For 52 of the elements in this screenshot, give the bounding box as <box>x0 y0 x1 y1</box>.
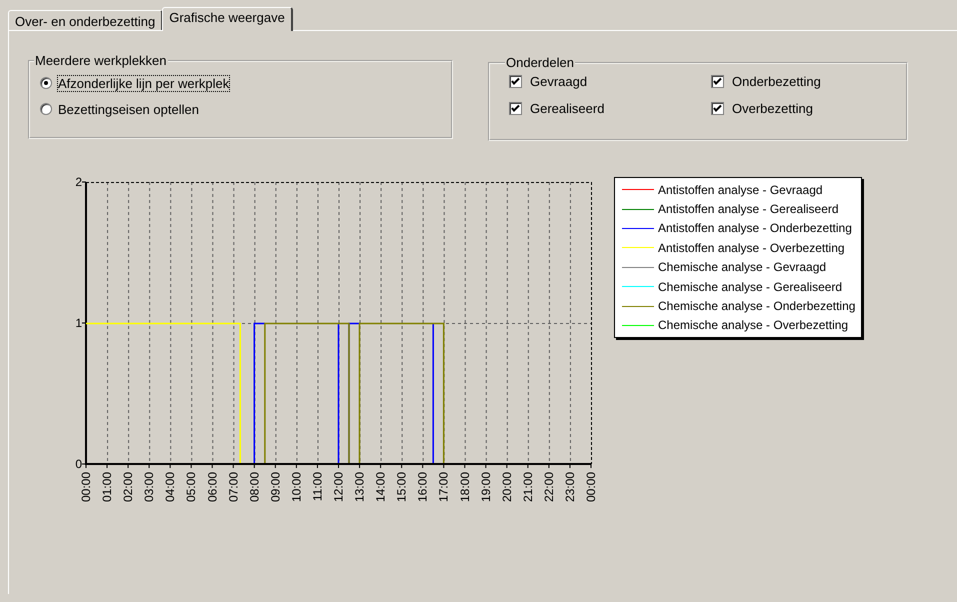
legend-label: Antistoffen analyse - Onderbezetting <box>658 221 852 236</box>
checkbox-label[interactable]: Overbezetting <box>732 101 813 116</box>
axis-label: 14:00 <box>374 472 388 502</box>
checkbox-label[interactable]: Onderbezetting <box>732 74 821 89</box>
axis-label: 19:00 <box>478 472 493 502</box>
radio-label[interactable]: Afzonderlijke lijn per werkplek <box>58 76 230 90</box>
axis-label: 2 <box>75 175 82 189</box>
radio-button[interactable] <box>40 77 52 89</box>
axis-label: 00:00 <box>79 472 93 502</box>
axis-label: 09:00 <box>268 472 282 502</box>
checkbox-label[interactable]: Gerealiseerd <box>530 101 604 116</box>
group-title: Meerdere werkplekken <box>34 53 168 68</box>
legend-label: Chemische analyse - Overbezetting <box>658 318 848 332</box>
checkbox[interactable] <box>509 102 522 115</box>
tab[interactable]: Grafische weergave <box>162 7 293 31</box>
checkbox-label[interactable]: Gevraagd <box>530 74 588 89</box>
axis-label: 03:00 <box>142 472 156 502</box>
group-title: Onderdelen <box>505 55 575 70</box>
legend-label: Antistoffen analyse - Overbezetting <box>658 240 845 255</box>
axis-label: 07:00 <box>226 472 240 502</box>
axis-label: 05:00 <box>184 472 198 502</box>
axis-label: 0 <box>75 457 82 471</box>
axis-label: 08:00 <box>247 472 262 502</box>
legend-label: Chemische analyse - Onderbezetting <box>658 299 856 314</box>
checkbox[interactable] <box>509 75 522 88</box>
axis-label: 02:00 <box>121 472 136 502</box>
axis-label: 1 <box>75 316 82 330</box>
axis-label: 01:00 <box>100 472 114 502</box>
legend-label: Antistoffen analyse - Gevraagd <box>658 182 823 197</box>
checkbox[interactable] <box>711 75 724 88</box>
axis-label: 11:00 <box>310 472 324 502</box>
axis-label: 10:00 <box>289 472 304 502</box>
axis-label: 12:00 <box>332 472 346 502</box>
axis-label: 06:00 <box>205 472 220 502</box>
radio-label[interactable]: Bezettingseisen optellen <box>58 102 199 116</box>
axis-label: 21:00 <box>520 472 535 502</box>
axis-label: 22:00 <box>542 472 556 502</box>
checkbox[interactable] <box>711 102 724 115</box>
axis-label: 20:00 <box>500 472 514 502</box>
radio-button[interactable] <box>40 103 52 115</box>
axis-label: 17:00 <box>436 472 451 502</box>
axis-label: 23:00 <box>562 472 577 502</box>
axis-label: 15:00 <box>394 472 409 502</box>
axis-label: 16:00 <box>416 472 430 502</box>
axis-label: 04:00 <box>163 472 178 502</box>
tab[interactable]: Over- en onderbezetting <box>8 10 164 30</box>
axis-label: 00:00 <box>584 472 598 502</box>
axis-label: 13:00 <box>352 472 367 502</box>
legend-label: Chemische analyse - Gerealiseerd <box>658 280 842 294</box>
legend-label: Antistoffen analyse - Gerealiseerd <box>658 202 839 216</box>
axis-label: 18:00 <box>458 472 472 502</box>
legend-label: Chemische analyse - Gevraagd <box>658 260 826 274</box>
